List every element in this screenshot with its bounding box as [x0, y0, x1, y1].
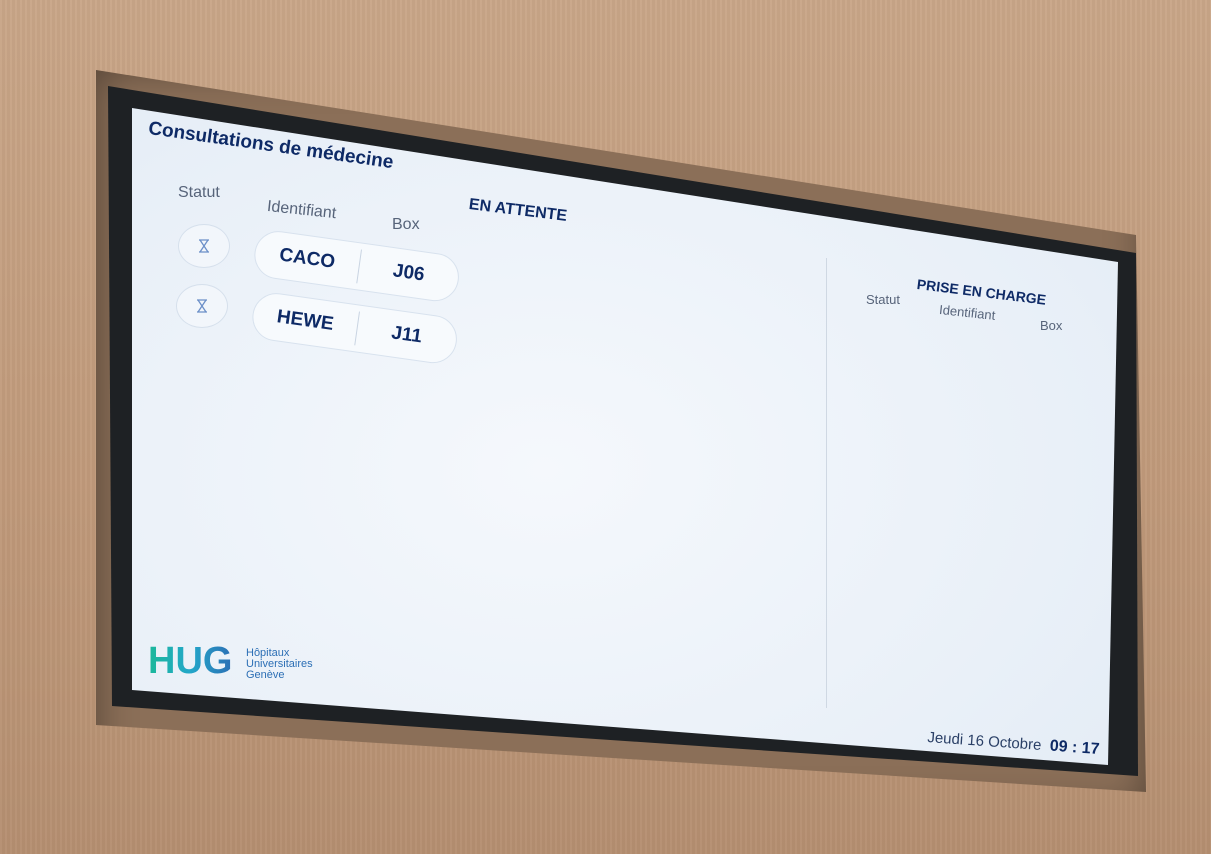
ticket-box: J11: [390, 322, 424, 348]
waiting-col-box: Box: [392, 216, 420, 233]
hug-logo: HUG: [148, 640, 238, 685]
in-care-col-id: Identifiant: [938, 302, 997, 323]
ticket-id: CACO: [278, 244, 337, 273]
date-label: Jeudi 16 Octobre: [926, 729, 1042, 754]
ticket-box: J06: [391, 260, 426, 286]
hourglass-icon: [199, 239, 209, 253]
waiting-section-title: EN ATTENTE: [467, 196, 568, 225]
logo-line-3: Genève: [246, 669, 285, 681]
waiting-col-status: Statut: [178, 184, 220, 201]
in-care-col-status: Statut: [866, 292, 900, 307]
in-care-section-title: PRISE EN CHARGE: [916, 276, 1047, 308]
in-care-col-box: Box: [1040, 318, 1063, 333]
status-badge: [178, 224, 230, 268]
time-label: 09 : 17: [1049, 737, 1101, 758]
waiting-col-id: Identifiant: [266, 198, 338, 223]
ticket-id: HEWE: [275, 306, 335, 336]
logo-mark: HUG: [148, 640, 232, 680]
column-divider: [826, 258, 827, 708]
status-badge: [176, 284, 228, 328]
queue-ticket: HEWE J11: [249, 290, 460, 367]
queue-ticket: CACO J06: [251, 228, 462, 305]
logo-caption: Hôpitaux Universitaires Genève: [246, 648, 313, 681]
hourglass-icon: [197, 299, 207, 313]
